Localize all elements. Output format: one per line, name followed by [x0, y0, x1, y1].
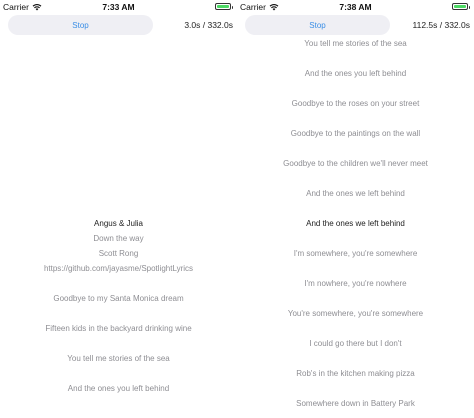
lyric-line: I'm somewhere, you're somewhere: [293, 249, 418, 258]
lyric-artist: Scott Rong: [98, 249, 139, 258]
lyric-line: And the ones we left behind: [306, 189, 405, 198]
lyric-title: Angus & Julia: [94, 219, 143, 228]
lyric-line: And the ones you left behind: [67, 384, 170, 393]
right-phone-screen: Carrier 7:38 AM Stop 112.5s / 332.0s You…: [237, 0, 474, 418]
lyric-line: Goodbye to the children we'll never meet: [283, 159, 428, 168]
lyric-line: You tell me stories of the sea: [67, 354, 170, 363]
lyric-line: You're somewhere, you're somewhere: [287, 309, 424, 318]
lyric-line: Rob's in the kitchen making pizza: [296, 369, 415, 378]
lyric-line: Somewhere down in Battery Park: [296, 399, 415, 408]
lyric-line: And the ones you left behind: [304, 69, 407, 78]
lyric-line: Goodbye to the roses on your street: [291, 99, 420, 108]
screens: Carrier 7:33 AM Stop 3.0s / 332.0s Angus…: [0, 0, 474, 418]
lyric-line: I'm nowhere, you're nowhere: [304, 279, 407, 288]
left-phone-screen: Carrier 7:33 AM Stop 3.0s / 332.0s Angus…: [0, 0, 237, 418]
lyric-source-url: https://github.com/jayasme/SpotlightLyri…: [43, 264, 194, 273]
lyric-subtitle: Down the way: [93, 234, 144, 243]
lyric-line: You tell me stories of the sea: [304, 39, 407, 48]
lyric-line: I could go there but I don't: [309, 339, 402, 348]
lyric-line: Fifteen kids in the backyard drinking wi…: [45, 324, 192, 333]
lyrics-view[interactable]: You tell me stories of the sea And the o…: [237, 0, 474, 418]
lyric-line: Goodbye to the paintings on the wall: [290, 129, 421, 138]
lyric-line-current: And the ones we left behind: [306, 219, 405, 228]
lyrics-view[interactable]: Angus & Julia Down the way Scott Rong ht…: [0, 0, 237, 418]
lyric-line: Goodbye to my Santa Monica dream: [53, 294, 184, 303]
